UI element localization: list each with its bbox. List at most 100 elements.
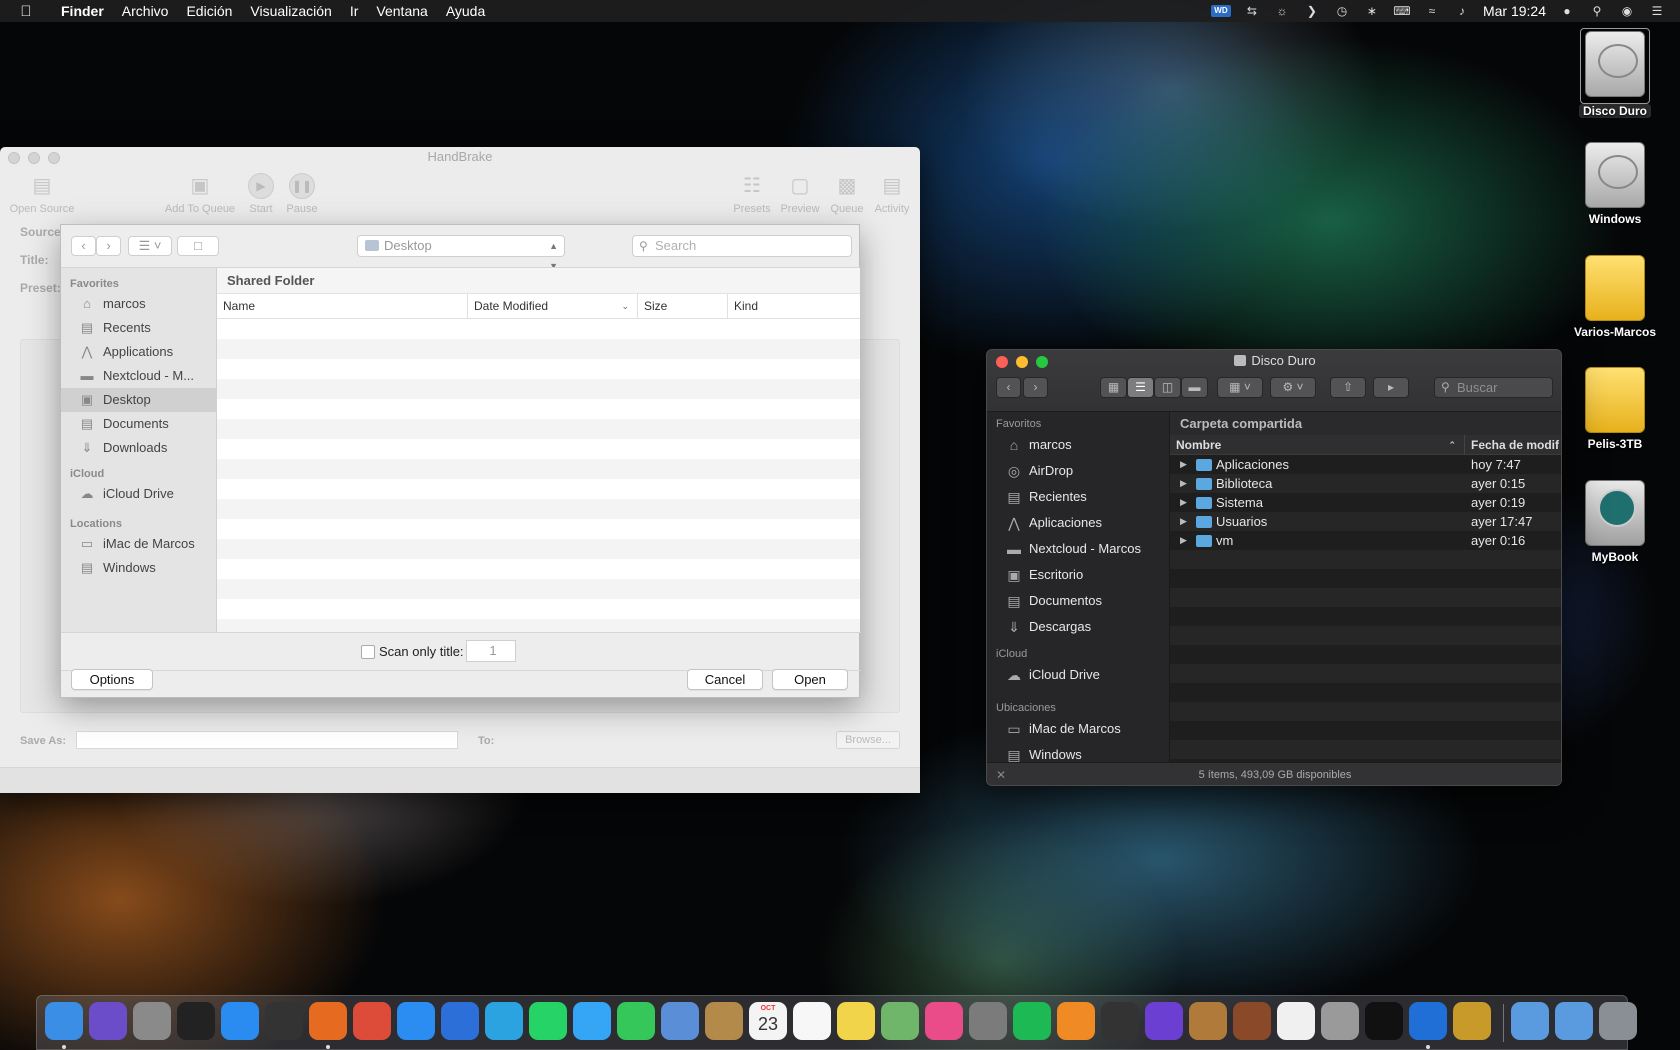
open-button[interactable]: Open [772, 669, 848, 690]
dock-whatsapp-icon[interactable] [529, 1002, 567, 1040]
dock-dashboard-icon[interactable] [177, 1002, 215, 1040]
sidebar-item-desktop[interactable]: ▣ Desktop [61, 388, 216, 412]
menu-visualizacion[interactable]: Visualización [241, 3, 340, 19]
search-input[interactable]: ⚲ Buscar [1434, 377, 1553, 398]
bluetooth-icon[interactable]: ∗ [1363, 4, 1381, 18]
dock-preview-icon[interactable] [661, 1002, 699, 1040]
play-icon[interactable]: ❯ [1303, 4, 1321, 18]
time-machine-icon[interactable]: ◷ [1333, 4, 1351, 18]
sidebar-item-aplicaciones[interactable]: ⋀ Aplicaciones [987, 510, 1169, 536]
sidebar-item-airdrop[interactable]: ◎ AirDrop [987, 458, 1169, 484]
dock-notes-icon[interactable] [837, 1002, 875, 1040]
group-button[interactable]: ▦ ˅ [1217, 377, 1263, 398]
dock-teamviewer-icon[interactable] [1409, 1002, 1447, 1040]
view-mode-button[interactable]: ☰ ˅ [128, 236, 172, 256]
sidebar-item-descargas[interactable]: ⇓ Descargas [987, 614, 1169, 640]
new-folder-button[interactable]: □ [177, 236, 219, 256]
dock-app-store-icon[interactable] [221, 1002, 259, 1040]
apple-menu-icon[interactable]:  [0, 3, 52, 20]
dock-garageband-guitar-icon[interactable] [1101, 1002, 1139, 1040]
dock-system-preferences-icon[interactable] [969, 1002, 1007, 1040]
dock-launchpad-icon[interactable] [133, 1002, 171, 1040]
dock-siri-icon[interactable] [89, 1002, 127, 1040]
minimize-button[interactable] [28, 152, 40, 164]
notification-center-icon[interactable]: ☰ [1648, 4, 1666, 18]
sidebar-item-marcos[interactable]: ⌂ marcos [61, 292, 216, 316]
sidebar-item-recientes[interactable]: ▤ Recientes [987, 484, 1169, 510]
column-header-kind[interactable]: Kind [728, 294, 860, 318]
close-button[interactable] [8, 152, 20, 164]
column-header-size[interactable]: Size [638, 294, 728, 318]
dock-pineapple-icon[interactable] [1453, 1002, 1491, 1040]
desktop-icon-varios-marcos[interactable]: Varios-Marcos [1565, 255, 1665, 339]
desktop-icon-windows[interactable]: Windows [1565, 142, 1665, 226]
presets-button[interactable]: ☷ Presets [730, 173, 774, 215]
table-row[interactable]: ▶ Usuarios ayer 17:47 [1170, 512, 1561, 531]
browse-button[interactable]: Browse... [836, 731, 900, 749]
dock-instruments-icon[interactable] [1233, 1002, 1271, 1040]
wd-icon[interactable]: WD [1210, 5, 1231, 17]
dock-activity-monitor-icon[interactable] [265, 1002, 303, 1040]
siri-icon[interactable]: ◉ [1618, 4, 1636, 18]
activity-button[interactable]: ▤ Activity [870, 173, 914, 215]
menu-ventana[interactable]: Ventana [367, 3, 436, 19]
close-path-icon[interactable]: ✕ [996, 763, 1006, 785]
dock-photos-stack-icon[interactable] [1189, 1002, 1227, 1040]
zoom-button[interactable] [48, 152, 60, 164]
column-header-fecha[interactable]: Fecha de modif [1464, 435, 1561, 455]
start-button[interactable]: ▶ Start [244, 173, 278, 215]
dock-photos-icon[interactable] [1277, 1002, 1315, 1040]
sidebar-item-imac[interactable]: ▭ iMac de Marcos [61, 532, 216, 556]
column-header-date-modified[interactable]: Date Modified ⌄ [468, 294, 638, 318]
sidebar-item-applications[interactable]: ⋀ Applications [61, 340, 216, 364]
keyboard-icon[interactable]: ⌨ [1393, 4, 1411, 18]
dock-firefox-icon[interactable] [309, 1002, 347, 1040]
dock-terminal-icon[interactable] [1365, 1002, 1403, 1040]
dock-security-icon[interactable] [1321, 1002, 1359, 1040]
column-header-name[interactable]: Name [217, 294, 468, 318]
user-icon[interactable]: ● [1558, 4, 1576, 18]
table-row[interactable]: ▶ Aplicaciones hoy 7:47 [1170, 455, 1561, 474]
table-row[interactable]: ▶ Biblioteca ayer 0:15 [1170, 474, 1561, 493]
dock-itunes-icon[interactable] [925, 1002, 963, 1040]
volume-icon[interactable]: ♪ [1453, 4, 1471, 18]
close-button[interactable] [996, 356, 1008, 368]
menu-ir[interactable]: Ir [341, 3, 368, 19]
dock-telegram-icon[interactable] [485, 1002, 523, 1040]
clock[interactable]: Mar 19:24 [1483, 3, 1546, 19]
table-row[interactable]: ▶ vm ayer 0:16 [1170, 531, 1561, 550]
desktop-icon-disco-duro[interactable]: Disco Duro [1565, 28, 1665, 118]
sidebar-item-nextcloud[interactable]: ▬ Nextcloud - M... [61, 364, 216, 388]
sidebar-item-documents[interactable]: ▤ Documents [61, 412, 216, 436]
share-button[interactable]: ⇧ [1330, 377, 1366, 398]
add-to-queue-button[interactable]: ▣ Add To Queue [160, 173, 240, 215]
back-button[interactable]: ‹ [996, 377, 1021, 398]
open-source-button[interactable]: ▤ Open Source [6, 173, 78, 215]
forward-button[interactable]: › [1023, 377, 1048, 398]
wifi-icon[interactable]: ≈ [1423, 4, 1441, 18]
brightness-icon[interactable]: ☼ [1273, 4, 1291, 18]
dock-ibooks-icon[interactable] [1057, 1002, 1095, 1040]
dock-messages-icon[interactable] [573, 1002, 611, 1040]
sidebar-item-escritorio[interactable]: ▣ Escritorio [987, 562, 1169, 588]
disclosure-triangle-icon[interactable]: ▶ [1180, 455, 1187, 474]
cancel-button[interactable]: Cancel [687, 669, 763, 690]
column-view-button[interactable]: ◫ [1154, 377, 1181, 398]
gallery-view-button[interactable]: ▬ [1181, 377, 1208, 398]
dock-maps-icon[interactable] [881, 1002, 919, 1040]
dock-chrome-icon[interactable] [353, 1002, 391, 1040]
sidebar-item-windows[interactable]: ▤ Windows [61, 556, 216, 580]
preview-button[interactable]: ▢ Preview [778, 173, 822, 215]
location-popup[interactable]: Desktop ▲ ▼ [357, 235, 565, 271]
sidebar-item-marcos[interactable]: ⌂ marcos [987, 432, 1169, 458]
action-button[interactable]: ⚙ ˅ [1270, 377, 1316, 398]
dock-calendar-icon[interactable]: OCT 23 [749, 1002, 787, 1040]
forward-button[interactable]: › [96, 236, 121, 256]
dock-downloads-folder-icon[interactable] [1511, 1002, 1549, 1040]
sidebar-item-icloud-drive[interactable]: ☁ iCloud Drive [987, 662, 1169, 688]
column-header-nombre[interactable]: Nombre ⌃ [1170, 435, 1464, 455]
sidebar-item-icloud-drive[interactable]: ☁ iCloud Drive [61, 482, 216, 506]
sidebar-item-windows[interactable]: ▤ Windows [987, 742, 1169, 762]
disclosure-triangle-icon[interactable]: ▶ [1180, 512, 1187, 531]
desktop-icon-mybook[interactable]: MyBook [1565, 480, 1665, 564]
